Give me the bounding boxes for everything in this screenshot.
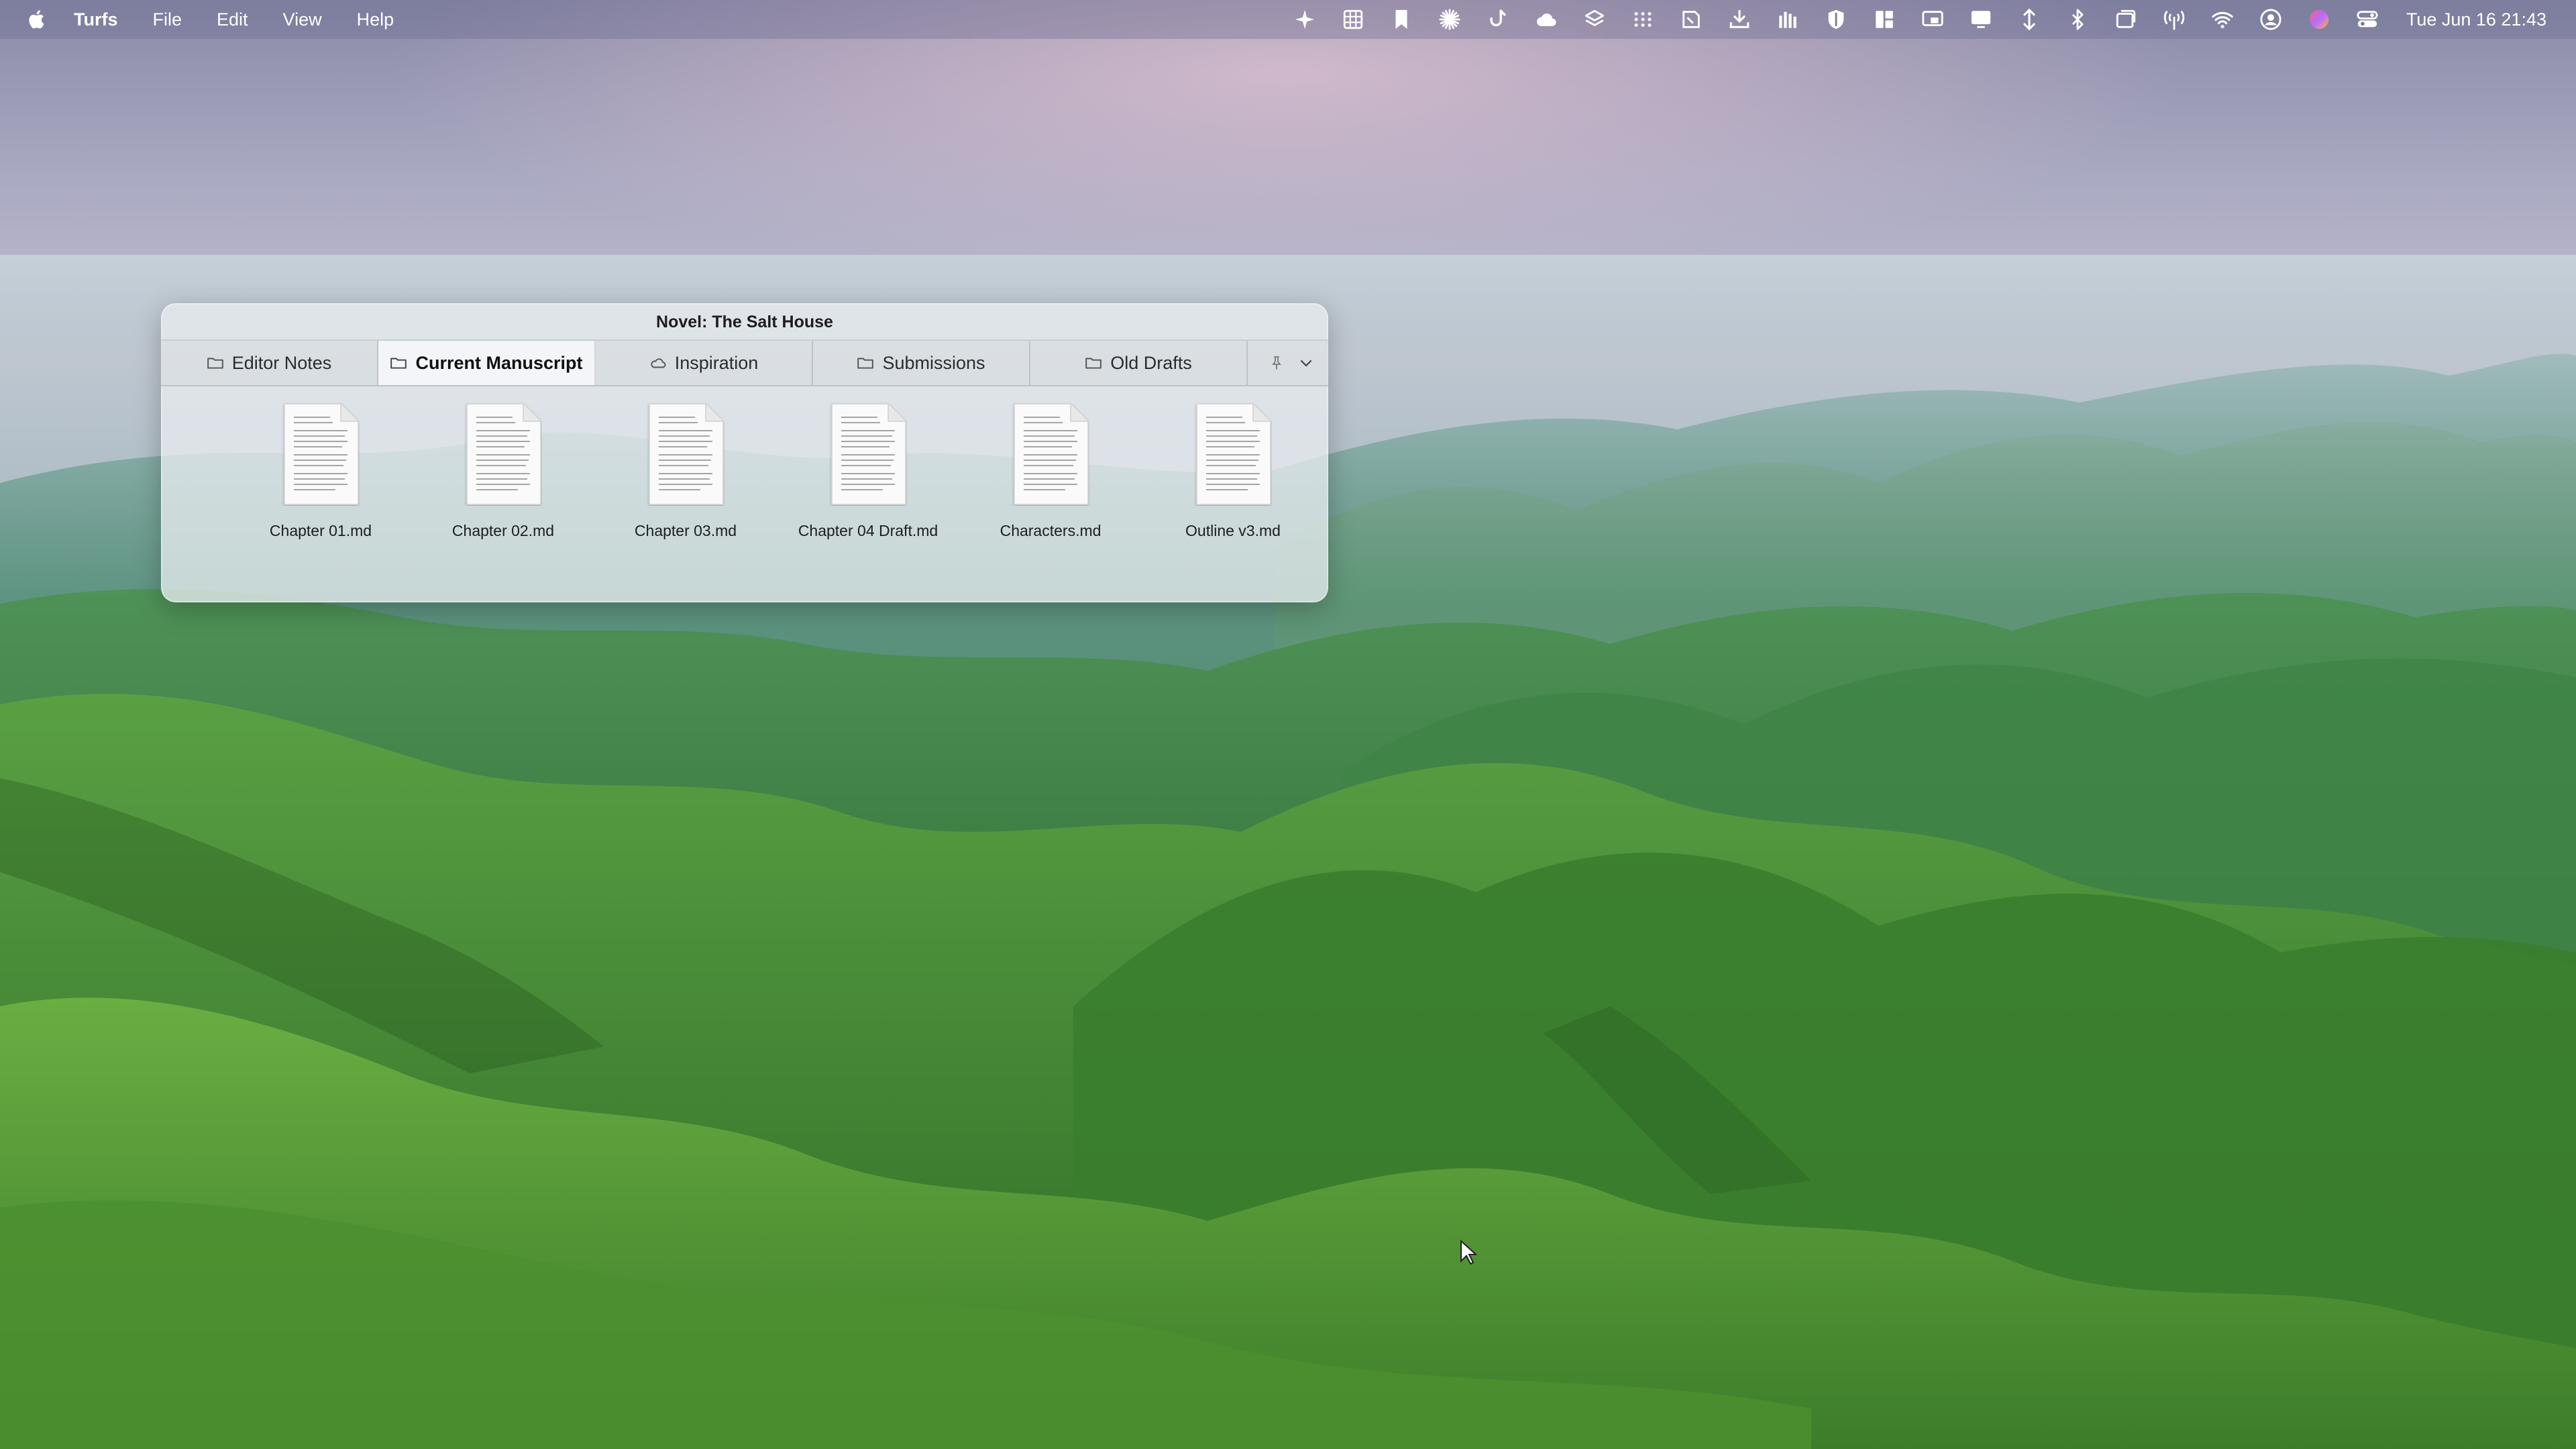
menu-help[interactable]: Help bbox=[357, 9, 394, 30]
tab-label: Inspiration bbox=[674, 352, 759, 373]
wifi-icon[interactable] bbox=[2210, 7, 2235, 32]
folder-icon bbox=[857, 355, 875, 371]
desktop-wallpaper bbox=[0, 0, 2576, 1449]
mouse-cursor-icon bbox=[1460, 1240, 1477, 1265]
app-menu[interactable]: Turfs bbox=[74, 9, 118, 30]
file-name: Chapter 04 Draft.md bbox=[798, 522, 938, 539]
note-icon[interactable] bbox=[1679, 7, 1703, 32]
tab-inspiration[interactable]: Inspiration bbox=[596, 341, 813, 385]
file-item[interactable]: Chapter 01.md bbox=[229, 385, 412, 546]
layers-icon[interactable] bbox=[1582, 7, 1607, 32]
tab-editor-notes[interactable]: Editor Notes bbox=[161, 341, 378, 385]
folder-icon bbox=[390, 355, 409, 371]
file-item[interactable]: Chapter 04 Draft.md bbox=[777, 385, 959, 546]
tab-bar: Editor Notes Current Manuscript Inspirat… bbox=[161, 339, 1328, 386]
sparkle-icon[interactable] bbox=[1293, 7, 1317, 32]
dots-grid-icon[interactable] bbox=[1631, 7, 1655, 32]
tab-label: Editor Notes bbox=[231, 352, 332, 373]
cloud-icon[interactable] bbox=[1534, 7, 1558, 32]
menu-edit[interactable]: Edit bbox=[217, 9, 248, 30]
sun-burst-icon[interactable] bbox=[1438, 7, 1462, 32]
document-icon bbox=[1194, 402, 1272, 506]
screen-share-icon[interactable] bbox=[1921, 7, 1945, 32]
file-item[interactable]: Characters.md bbox=[959, 385, 1142, 546]
file-name: Chapter 02.md bbox=[451, 522, 555, 539]
antenna-icon[interactable] bbox=[2162, 7, 2186, 32]
apple-menu-icon[interactable] bbox=[24, 6, 51, 33]
menu-view[interactable]: View bbox=[283, 9, 322, 30]
shield-icon[interactable] bbox=[1824, 7, 1848, 32]
cloud-folder-icon bbox=[649, 355, 668, 371]
menu-bar: Turfs File Edit View Help Tue Jun 16 21:… bbox=[0, 0, 2576, 39]
document-icon bbox=[647, 402, 724, 506]
tab-old-drafts[interactable]: Old Drafts bbox=[1030, 341, 1248, 385]
vertical-arrows-icon[interactable] bbox=[2017, 7, 2041, 32]
folder-icon bbox=[1085, 355, 1104, 371]
tab-current-manuscript[interactable]: Current Manuscript bbox=[378, 341, 596, 385]
tab-submissions[interactable]: Submissions bbox=[813, 341, 1030, 385]
file-item[interactable]: Chapter 03.md bbox=[594, 385, 777, 546]
tab-label: Old Drafts bbox=[1110, 352, 1192, 373]
user-circle-icon[interactable] bbox=[2259, 7, 2283, 32]
file-grid: Chapter 01.md Chapter 02.md Chapter 03.m… bbox=[161, 385, 1328, 602]
shelf-window: Novel: The Salt House Editor Notes Curre… bbox=[161, 303, 1328, 602]
shelf-title: Novel: The Salt House bbox=[656, 313, 833, 331]
tab-tools bbox=[1248, 341, 1326, 385]
tab-label: Submissions bbox=[882, 352, 985, 373]
file-item[interactable]: Chapter 02.md bbox=[412, 385, 594, 546]
grid-calculator-icon[interactable] bbox=[1341, 7, 1365, 32]
document-icon bbox=[282, 402, 360, 506]
file-name: Outline v3.md bbox=[1185, 522, 1281, 539]
file-name: Characters.md bbox=[1000, 522, 1102, 539]
bookmark-icon[interactable] bbox=[1389, 7, 1413, 32]
pin-icon[interactable] bbox=[1267, 353, 1287, 373]
menu-file[interactable]: File bbox=[153, 9, 182, 30]
bluetooth-icon[interactable] bbox=[2065, 7, 2090, 32]
document-icon bbox=[464, 402, 542, 506]
hook-icon[interactable] bbox=[1486, 7, 1510, 32]
menubar-clock[interactable]: Tue Jun 16 21:43 bbox=[2406, 9, 2546, 30]
window-stack-icon[interactable] bbox=[2114, 7, 2138, 32]
document-icon bbox=[829, 402, 907, 506]
tab-label: Current Manuscript bbox=[415, 352, 583, 373]
color-orb-icon[interactable] bbox=[2307, 7, 2331, 32]
control-center-icon[interactable] bbox=[2355, 7, 2379, 32]
file-item[interactable]: Outline v3.md bbox=[1142, 385, 1324, 546]
download-tray-icon[interactable] bbox=[1727, 7, 1752, 32]
chevron-down-icon[interactable] bbox=[1296, 353, 1316, 373]
folder-icon bbox=[207, 355, 225, 371]
display-icon[interactable] bbox=[1969, 7, 1993, 32]
document-icon bbox=[1012, 402, 1089, 506]
file-name: Chapter 01.md bbox=[269, 522, 372, 539]
window-layout-icon[interactable] bbox=[1872, 7, 1896, 32]
candles-icon[interactable] bbox=[1776, 7, 1800, 32]
file-name: Chapter 03.md bbox=[634, 522, 737, 539]
